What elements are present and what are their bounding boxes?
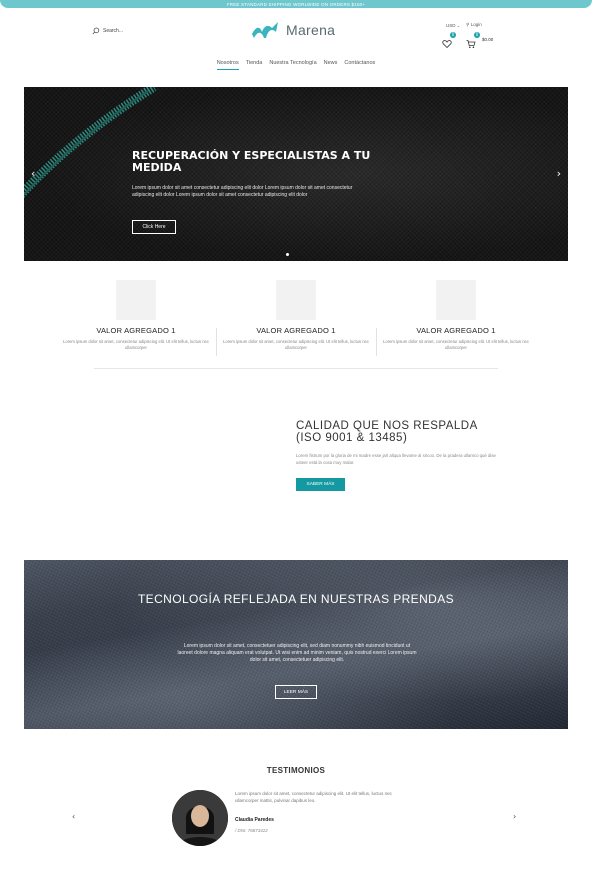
feature-image-placeholder bbox=[116, 280, 156, 320]
feature-text: Lorem ipsum dolor sit amet, consectetur … bbox=[63, 339, 209, 350]
testimonial-prev-arrow-icon[interactable]: ‹ bbox=[72, 812, 75, 821]
hero-prev-arrow-icon[interactable]: ‹ bbox=[31, 167, 35, 180]
chevron-down-icon: ⌄ bbox=[456, 22, 461, 28]
search-icon[interactable] bbox=[92, 27, 100, 35]
hero-text: Lorem ipsum dolor sit amet consectetur a… bbox=[132, 185, 353, 198]
promo-bar: FREE STANDARD SHIPPING WORLWIDE ON ORDER… bbox=[0, 0, 592, 8]
quality-section: CALIDAD QUE NOS RESPALDA (ISO 9001 & 134… bbox=[296, 420, 496, 491]
brand-logo[interactable]: Marena bbox=[250, 20, 335, 40]
hero-cta-button[interactable]: Click Here bbox=[132, 220, 176, 234]
feature-title: VALOR AGREGADO 1 bbox=[96, 326, 176, 335]
feature-title: VALOR AGREGADO 1 bbox=[256, 326, 336, 335]
currency-selector[interactable]: USD ⌄ bbox=[446, 23, 460, 28]
search-box[interactable] bbox=[92, 27, 143, 35]
wishlist-count-badge: 0 bbox=[450, 32, 456, 38]
feature-image-placeholder bbox=[436, 280, 476, 320]
currency-label: USD bbox=[446, 22, 456, 28]
technology-banner: TECNOLOGÍA REFLEJADA EN NUESTRAS PRENDAS… bbox=[24, 560, 568, 729]
testimonial-photo bbox=[172, 790, 228, 846]
nav-item-tecnologia[interactable]: Nuestra Tecnología bbox=[269, 60, 316, 70]
hero-title: RECUPERACIÓN Y ESPECIALISTAS A TU MEDIDA bbox=[132, 149, 371, 174]
brand-name: Marena bbox=[286, 22, 336, 38]
login-link[interactable]: ⚲ Login bbox=[466, 22, 482, 28]
saber-mas-button[interactable]: SABER MÁS bbox=[296, 478, 345, 491]
cart-count-badge: 0 bbox=[474, 32, 480, 38]
search-input[interactable] bbox=[103, 28, 143, 34]
user-icon: ⚲ bbox=[466, 22, 470, 27]
testimonials-title: TESTIMONIOS bbox=[266, 766, 326, 775]
feature-title: VALOR AGREGADO 1 bbox=[416, 326, 496, 335]
hero-strap-image bbox=[24, 87, 157, 199]
promo-text: FREE STANDARD SHIPPING WORLWIDE ON ORDER… bbox=[226, 1, 366, 7]
logo-mark-icon bbox=[252, 22, 278, 38]
cart-total: $0.00 bbox=[482, 36, 494, 42]
heart-icon bbox=[442, 40, 452, 49]
technology-text: Lorem ipsum dolor sit amet, consectetuer… bbox=[177, 643, 417, 663]
quality-text: Lorem fistrum por la gloria de mi madre … bbox=[296, 453, 496, 465]
nav-item-tienda[interactable]: Tienda bbox=[246, 60, 263, 70]
feature-text: Lorem ipsum dolor sit amet, consectetur … bbox=[223, 339, 369, 350]
feature-card: VALOR AGREGADO 1 Lorem ipsum dolor sit a… bbox=[56, 280, 216, 351]
cart-icon bbox=[466, 40, 476, 49]
feature-card: VALOR AGREGADO 1 Lorem ipsum dolor sit a… bbox=[376, 280, 536, 351]
cart-button[interactable]: 0 $0.00 bbox=[466, 32, 494, 49]
section-divider bbox=[94, 368, 498, 369]
hero-slide-dot[interactable] bbox=[286, 253, 289, 256]
login-label: Login bbox=[470, 22, 482, 27]
technology-title: TECNOLOGÍA REFLEJADA EN NUESTRAS PRENDAS bbox=[137, 592, 455, 606]
feature-image-placeholder bbox=[276, 280, 316, 320]
testimonial-dni: / DNI: 76873422 bbox=[235, 828, 268, 833]
header-icons: 0 0 $0.00 bbox=[442, 32, 494, 49]
wishlist-button[interactable]: 0 bbox=[442, 32, 456, 49]
nav-item-nosotros[interactable]: Nosotros bbox=[216, 60, 239, 70]
hero-next-arrow-icon[interactable]: › bbox=[557, 167, 561, 180]
hero-slider: RECUPERACIÓN Y ESPECIALISTAS A TU MEDIDA… bbox=[24, 87, 568, 261]
main-nav: Nosotros Tienda Nuestra Tecnología News … bbox=[0, 60, 592, 70]
feature-text: Lorem ipsum dolor sit amet, consectetur … bbox=[383, 339, 529, 350]
avatar bbox=[172, 790, 228, 846]
nav-item-news[interactable]: News bbox=[324, 60, 338, 70]
testimonial-name: Claudia Paredes bbox=[235, 817, 274, 823]
quality-title: CALIDAD QUE NOS RESPALDA (ISO 9001 & 134… bbox=[296, 420, 478, 444]
testimonial-quote: Lorem ipsum dolor sit amet, consectetur … bbox=[235, 791, 392, 803]
nav-item-contacto[interactable]: Contáctanos bbox=[344, 60, 375, 70]
testimonial-next-arrow-icon[interactable]: › bbox=[513, 812, 516, 821]
leer-mas-button[interactable]: LEER MÁS bbox=[275, 685, 317, 699]
feature-card: VALOR AGREGADO 1 Lorem ipsum dolor sit a… bbox=[216, 280, 376, 351]
cart-icon-wrap: 0 bbox=[466, 32, 480, 49]
header-utility: USD ⌄ ⚲ Login bbox=[446, 22, 482, 28]
